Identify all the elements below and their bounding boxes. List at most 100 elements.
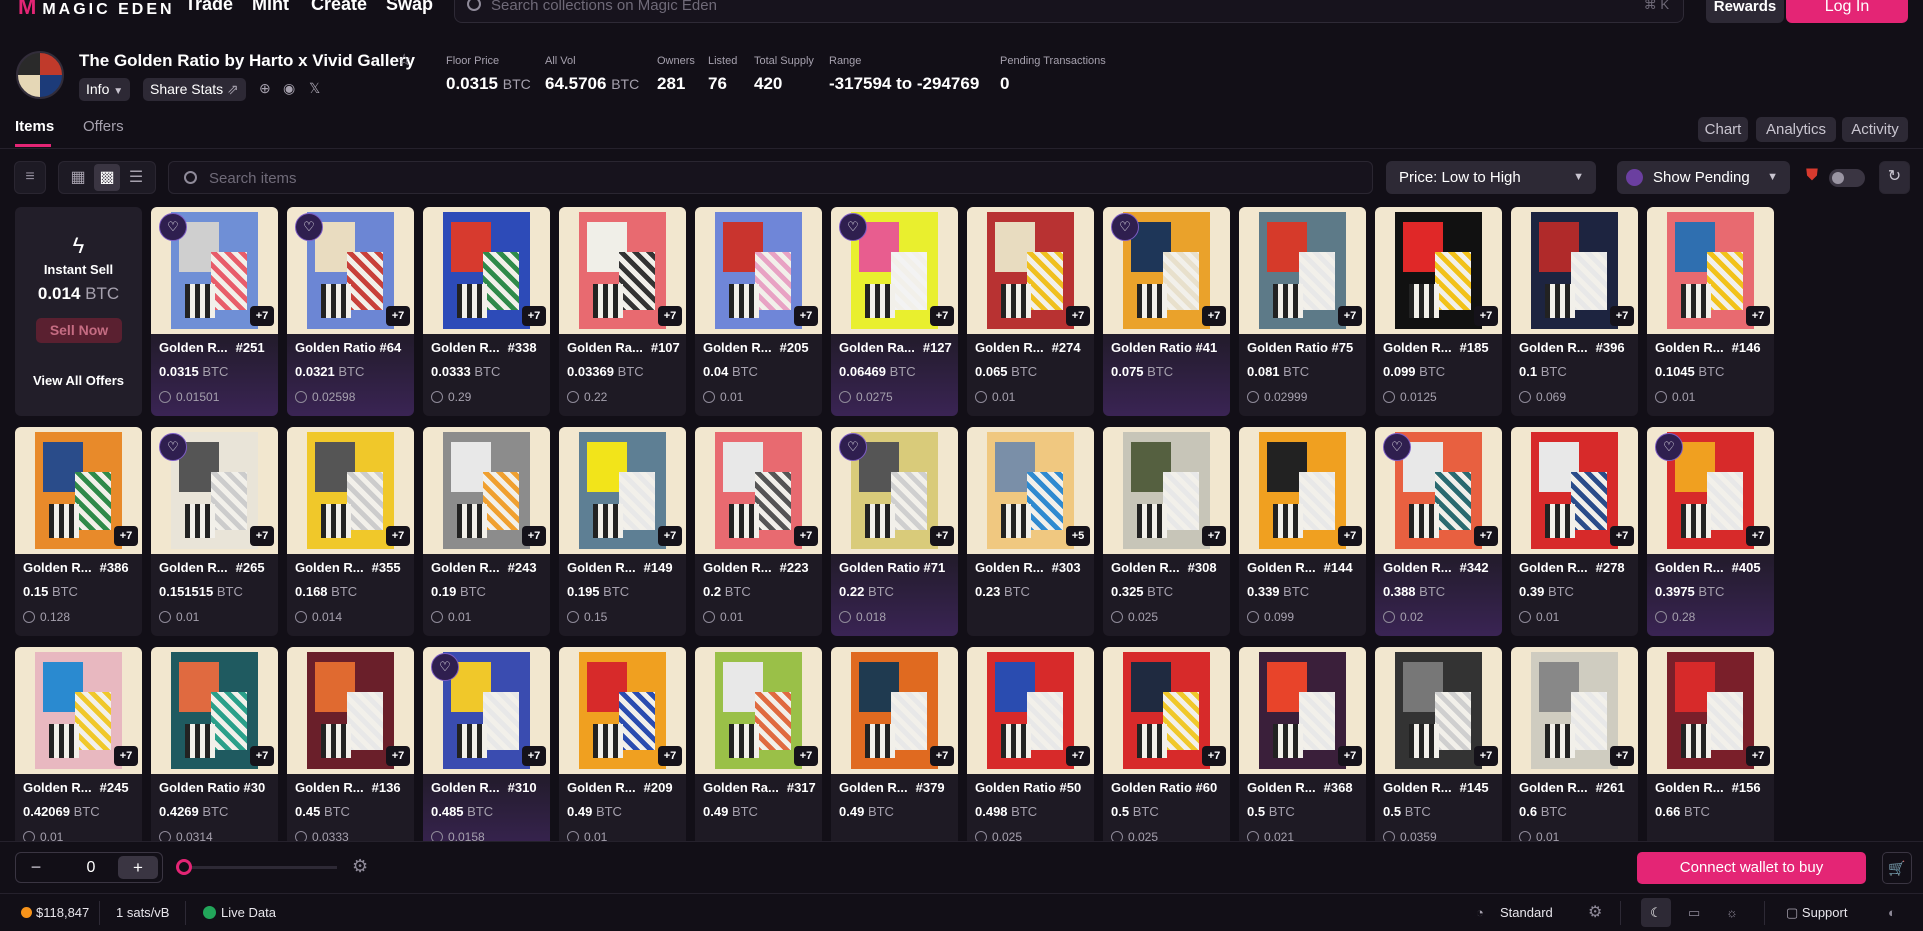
tab-analytics[interactable]: Analytics bbox=[1756, 117, 1836, 142]
nft-card[interactable]: +7 Golden R... #243 0.19 BTC 0.01 bbox=[423, 427, 550, 636]
nft-card[interactable]: +7 Golden R... #144 0.339 BTC 0.099 bbox=[1239, 427, 1366, 636]
support-link[interactable]: ▢ Support bbox=[1786, 905, 1847, 921]
nft-card[interactable]: ♡ +7 Golden Ra... #127 0.06469 BTC 0.0275 bbox=[831, 207, 958, 416]
mode-standard[interactable]: Standard bbox=[1500, 905, 1553, 920]
heart-badge-icon[interactable]: ♡ bbox=[1655, 433, 1683, 461]
nft-card[interactable]: ♡ +7 Golden Ratio #41 0.075 BTC bbox=[1103, 207, 1230, 416]
share-stats-button[interactable]: Share Stats ⇗ bbox=[143, 78, 246, 101]
sun-icon[interactable]: ☼ bbox=[1726, 905, 1738, 920]
large-grid-icon[interactable]: ▦ bbox=[65, 164, 91, 191]
website-icon[interactable]: ⊕ bbox=[259, 80, 271, 97]
nft-card[interactable]: +7 Golden R... #386 0.15 BTC 0.128 bbox=[15, 427, 142, 636]
nft-card[interactable]: +7 Golden Ratio #75 0.081 BTC 0.02999 bbox=[1239, 207, 1366, 416]
nft-card[interactable]: +7 Golden R... #355 0.168 BTC 0.014 bbox=[287, 427, 414, 636]
heart-badge-icon[interactable]: ♡ bbox=[1383, 433, 1411, 461]
nft-card[interactable]: ♡ +7 Golden Ratio #71 0.22 BTC 0.018 bbox=[831, 427, 958, 636]
heart-badge-icon[interactable]: ♡ bbox=[295, 213, 323, 241]
nft-card[interactable]: +7 Golden R... #205 0.04 BTC 0.01 bbox=[695, 207, 822, 416]
list-view-icon[interactable]: ☰ bbox=[123, 164, 149, 191]
small-grid-icon[interactable]: ▩ bbox=[94, 164, 120, 191]
connect-wallet-button[interactable]: Connect wallet to buy bbox=[1637, 852, 1866, 884]
nft-card[interactable]: +7 Golden Ratio #30 0.4269 BTC 0.0314 bbox=[151, 647, 278, 841]
sort-select[interactable]: Price: Low to High ▼ bbox=[1386, 161, 1596, 194]
quantity-value[interactable]: 0 bbox=[76, 859, 106, 877]
nft-card[interactable]: +7 Golden R... #145 0.5 BTC 0.0359 bbox=[1375, 647, 1502, 841]
heart-badge-icon[interactable]: ♡ bbox=[1111, 213, 1139, 241]
tab-activity[interactable]: Activity bbox=[1842, 117, 1908, 142]
nft-card[interactable]: +7 Golden R... #223 0.2 BTC 0.01 bbox=[695, 427, 822, 636]
nft-card[interactable]: ♡ +7 Golden R... #405 0.3975 BTC 0.28 bbox=[1647, 427, 1774, 636]
nft-card[interactable]: +7 Golden R... #146 0.1045 BTC 0.01 bbox=[1647, 207, 1774, 416]
login-button[interactable]: Log In bbox=[1786, 0, 1908, 23]
heart-badge-icon[interactable]: ♡ bbox=[159, 433, 187, 461]
gear-icon[interactable]: ⚙ bbox=[352, 856, 368, 877]
heart-badge-icon[interactable]: ♡ bbox=[431, 653, 459, 681]
heart-badge-icon[interactable]: ♡ bbox=[159, 213, 187, 241]
nft-card[interactable]: +7 Golden R... #396 0.1 BTC 0.069 bbox=[1511, 207, 1638, 416]
view-all-offers-link[interactable]: View All Offers bbox=[15, 373, 142, 388]
nft-card[interactable]: +7 Golden R... #156 0.66 BTC bbox=[1647, 647, 1774, 841]
nft-card[interactable]: +7 Golden R... #209 0.49 BTC 0.01 bbox=[559, 647, 686, 841]
nft-card[interactable]: +7 Golden R... #261 0.6 BTC 0.01 bbox=[1511, 647, 1638, 841]
nft-card[interactable]: ♡ +7 Golden Ratio #64 0.0321 BTC 0.02598 bbox=[287, 207, 414, 416]
magic-eden-logo[interactable]: M MAGIC EDEN bbox=[18, 0, 175, 20]
nft-card[interactable]: +7 Golden R... #278 0.39 BTC 0.01 bbox=[1511, 427, 1638, 636]
nft-card[interactable]: ♡ +7 Golden R... #310 0.485 BTC 0.0158 bbox=[423, 647, 550, 841]
nft-card[interactable]: +7 Golden R... #308 0.325 BTC 0.025 bbox=[1103, 427, 1230, 636]
nft-card[interactable]: +7 Golden R... #149 0.195 BTC 0.15 bbox=[559, 427, 686, 636]
show-pending-select[interactable]: Show Pending ▼ bbox=[1617, 161, 1790, 194]
nav-swap[interactable]: Swap bbox=[386, 0, 433, 15]
increment-button[interactable]: + bbox=[118, 856, 158, 879]
nft-card[interactable]: +7 Golden Ra... #107 0.03369 BTC 0.22 bbox=[559, 207, 686, 416]
nft-artwork: +7 bbox=[1375, 647, 1502, 774]
traits-count-badge: +7 bbox=[1474, 746, 1498, 766]
gauge-icon: ◔ bbox=[1476, 905, 1484, 920]
info-dropdown[interactable]: Info ▼ bbox=[79, 78, 131, 101]
nft-card[interactable]: +7 Golden R... #185 0.099 BTC 0.0125 bbox=[1375, 207, 1502, 416]
rewards-button[interactable]: Rewards bbox=[1706, 0, 1784, 23]
bid-icon bbox=[1519, 611, 1531, 623]
nft-name: Golden R... #338 bbox=[431, 340, 546, 355]
nft-card[interactable]: +5 Golden R... #303 0.23 BTC bbox=[967, 427, 1094, 636]
nft-card[interactable]: ♡ +7 Golden R... #265 0.151515 BTC 0.01 bbox=[151, 427, 278, 636]
nft-card[interactable]: +7 Golden R... #379 0.49 BTC bbox=[831, 647, 958, 841]
cart-icon[interactable]: 🛒 bbox=[1882, 852, 1912, 884]
price-value: 0.0315 bbox=[159, 364, 199, 379]
heart-badge-icon[interactable]: ♡ bbox=[839, 433, 867, 461]
quantity-slider-knob[interactable] bbox=[176, 859, 192, 875]
tab-chart[interactable]: Chart bbox=[1698, 117, 1748, 142]
live-data-status[interactable]: Live Data bbox=[203, 905, 276, 920]
nft-name: Golden R... #308 bbox=[1111, 560, 1226, 575]
dark-mode-icon[interactable]: ☾ bbox=[1641, 898, 1671, 927]
tab-items[interactable]: Items bbox=[15, 118, 54, 135]
nft-card[interactable]: ♡ +7 Golden R... #342 0.388 BTC 0.02 bbox=[1375, 427, 1502, 636]
nav-mint[interactable]: Mint bbox=[252, 0, 289, 15]
nft-card[interactable]: +7 Golden R... #136 0.45 BTC 0.0333 bbox=[287, 647, 414, 841]
refresh-button[interactable]: ↻ bbox=[1879, 161, 1910, 194]
collections-search-input[interactable]: Search collections on Magic Eden ⌘ K bbox=[454, 0, 1684, 23]
items-search-input[interactable]: Search items bbox=[168, 161, 1373, 194]
nav-trade[interactable]: Trade bbox=[185, 0, 233, 15]
decrement-button[interactable]: − bbox=[24, 857, 48, 878]
quantity-slider-track[interactable] bbox=[182, 866, 337, 869]
discord-icon[interactable]: ◉ bbox=[283, 80, 295, 97]
safe-mode-toggle[interactable] bbox=[1829, 169, 1865, 187]
nft-card[interactable]: +7 Golden R... #274 0.065 BTC 0.01 bbox=[967, 207, 1094, 416]
nft-card[interactable]: +7 Golden Ra... #317 0.49 BTC bbox=[695, 647, 822, 841]
moon-crescent-icon[interactable]: ◐ bbox=[1888, 905, 1896, 920]
monitor-icon[interactable]: ▭ bbox=[1688, 905, 1700, 921]
nft-card[interactable]: +7 Golden R... #245 0.42069 BTC 0.01 bbox=[15, 647, 142, 841]
tab-offers[interactable]: Offers bbox=[83, 118, 124, 135]
nft-card[interactable]: +7 Golden Ratio #50 0.498 BTC 0.025 bbox=[967, 647, 1094, 841]
nav-create[interactable]: Create bbox=[311, 0, 367, 15]
nft-card[interactable]: ♡ +7 Golden R... #251 0.0315 BTC 0.01501 bbox=[151, 207, 278, 416]
nft-card[interactable]: +7 Golden Ratio #60 0.5 BTC 0.025 bbox=[1103, 647, 1230, 841]
filter-toggle-button[interactable]: ≡ bbox=[14, 161, 46, 194]
nft-card[interactable]: +7 Golden R... #368 0.5 BTC 0.021 bbox=[1239, 647, 1366, 841]
sell-now-button[interactable]: Sell Now bbox=[36, 318, 122, 343]
heart-badge-icon[interactable]: ♡ bbox=[839, 213, 867, 241]
x-twitter-icon[interactable]: 𝕏 bbox=[309, 80, 320, 97]
nft-card[interactable]: +7 Golden R... #338 0.0333 BTC 0.29 bbox=[423, 207, 550, 416]
settings-icon[interactable]: ⚙ bbox=[1588, 902, 1602, 922]
favorite-star-icon[interactable]: ☆ bbox=[397, 50, 411, 70]
